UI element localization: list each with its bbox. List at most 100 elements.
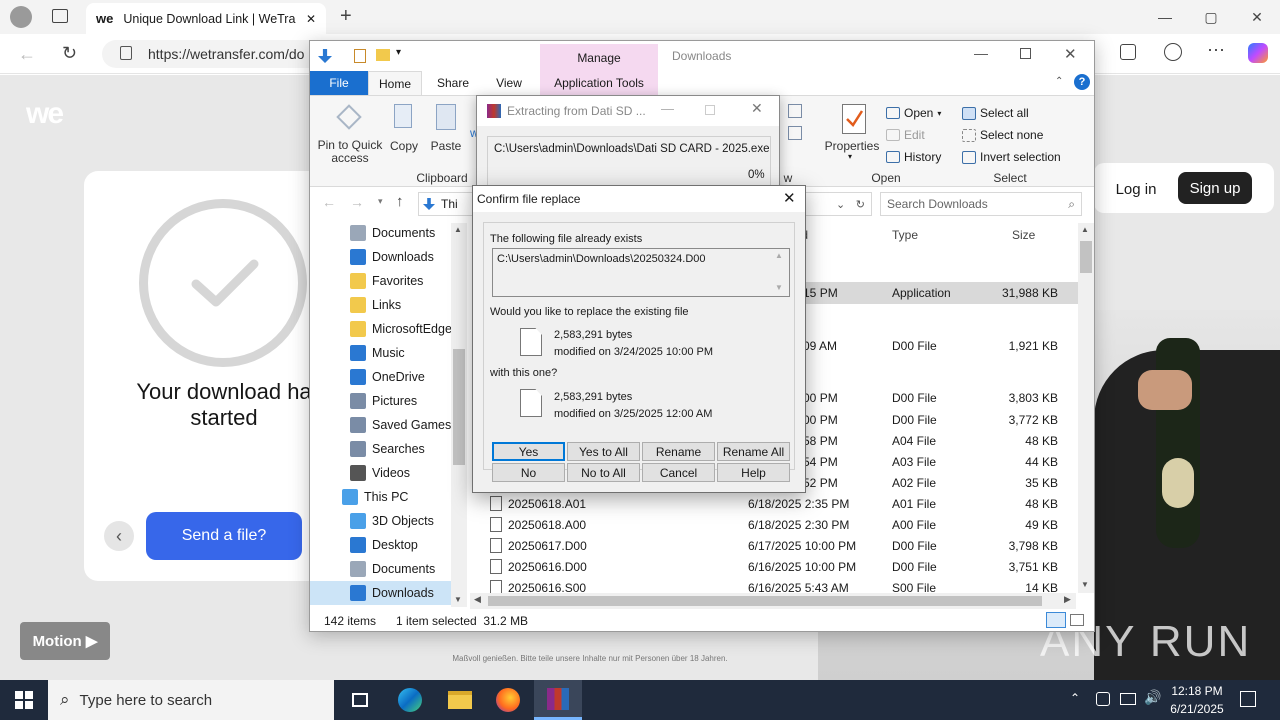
nav-scrollbar[interactable]: ▲ ▼: [451, 223, 467, 607]
tab-actions-icon[interactable]: [52, 9, 68, 23]
files-scroll-thumb[interactable]: [1080, 241, 1092, 273]
confirm-close-button[interactable]: ✕: [783, 189, 796, 207]
manage-context-tab[interactable]: Manage: [540, 44, 658, 71]
url-field[interactable]: https://wetransfer.com/do: [102, 40, 322, 68]
large-icons-view-icon[interactable]: [1070, 614, 1084, 626]
task-view-icon[interactable]: [336, 680, 384, 720]
column-type[interactable]: Type: [892, 228, 918, 242]
more-menu-icon[interactable]: ⋯: [1207, 40, 1225, 61]
horizontal-scrollbar[interactable]: ◀ ▶: [470, 593, 1076, 609]
browser-close-button[interactable]: ✕: [1234, 0, 1280, 34]
copy-button[interactable]: Copy: [386, 139, 422, 153]
recent-dropdown-icon[interactable]: ▾: [378, 196, 383, 207]
nav-back-icon[interactable]: ←: [322, 194, 336, 210]
collapse-ribbon-icon[interactable]: ⌃: [1055, 76, 1063, 87]
tab-view[interactable]: View: [486, 71, 532, 95]
edge-taskbar-icon[interactable]: [386, 680, 434, 720]
nav-item-downloads[interactable]: Downloads: [310, 581, 452, 605]
edit-button[interactable]: Edit: [886, 128, 925, 142]
login-button[interactable]: Log in: [1108, 175, 1164, 203]
nav-item-downloads[interactable]: Downloads: [350, 245, 434, 269]
extract-minimize-button[interactable]: —: [661, 101, 674, 116]
properties-dropdown-icon[interactable]: ▾: [848, 152, 852, 161]
nav-forward-icon[interactable]: →: [350, 194, 364, 210]
refresh-icon[interactable]: ↻: [62, 43, 77, 64]
easy-access-icon[interactable]: [788, 126, 802, 140]
explorer-close-button[interactable]: ✕: [1064, 45, 1077, 63]
yes-button[interactable]: Yes: [492, 442, 565, 461]
file-row[interactable]: 20250617.D00 6/17/2025 10:00 PM D00 File 3,…: [488, 535, 1078, 556]
notifications-icon[interactable]: [1240, 691, 1256, 707]
properties-qat-icon[interactable]: [354, 49, 366, 63]
file-row[interactable]: 20250616.D00 6/16/2025 10:00 PM D00 File 3,…: [488, 556, 1078, 577]
file-row[interactable]: 20250618.A01 6/18/2025 2:35 PM A01 File 48 …: [488, 493, 1078, 514]
rename-button[interactable]: Rename: [642, 442, 715, 461]
rename-all-button[interactable]: Rename All: [717, 442, 790, 461]
collections-icon[interactable]: [1120, 44, 1136, 60]
path-scroll-down-icon[interactable]: ▼: [775, 283, 783, 292]
nav-item-videos[interactable]: Videos: [350, 461, 410, 485]
volume-icon[interactable]: 🔊: [1144, 689, 1161, 706]
nav-item-saved-games[interactable]: Saved Games: [350, 413, 451, 437]
nav-up-icon[interactable]: ↑: [396, 193, 404, 210]
firefox-taskbar-icon[interactable]: [484, 680, 532, 720]
file-row[interactable]: 20250618.A00 6/18/2025 2:30 PM A00 File 49 …: [488, 514, 1078, 535]
new-tab-button[interactable]: +: [340, 5, 352, 28]
winrar-taskbar-icon[interactable]: [534, 680, 582, 720]
file-explorer-taskbar-icon[interactable]: [436, 680, 484, 720]
profile-avatar[interactable]: [10, 6, 32, 28]
tab-share[interactable]: Share: [428, 71, 478, 95]
qat-dropdown-icon[interactable]: ▾: [396, 47, 401, 58]
horizontal-scroll-thumb[interactable]: [488, 596, 1042, 606]
send-file-button[interactable]: Send a file?: [146, 512, 302, 560]
nav-item-documents[interactable]: Documents: [350, 221, 435, 245]
invert-selection-button[interactable]: Invert selection: [962, 150, 1061, 164]
address-dropdown-refresh[interactable]: ⌄ ↻: [806, 192, 872, 216]
new-item-icon[interactable]: [788, 104, 802, 118]
explorer-minimize-button[interactable]: —: [974, 45, 988, 61]
nav-item-microsoftedge[interactable]: MicrosoftEdge: [350, 317, 452, 341]
device-icon[interactable]: [1096, 692, 1110, 706]
select-none-button[interactable]: Select none: [962, 128, 1043, 142]
existing-path-box[interactable]: C:\Users\admin\Downloads\20250324.D00 ▲ …: [492, 248, 790, 297]
files-scrollbar[interactable]: ▲ ▼: [1078, 223, 1094, 593]
nav-item-music[interactable]: Music: [350, 341, 405, 365]
nav-item-documents[interactable]: Documents: [350, 557, 435, 581]
nav-item-onedrive[interactable]: OneDrive: [350, 365, 425, 389]
select-all-button[interactable]: Select all: [962, 106, 1029, 120]
history-button[interactable]: History: [886, 150, 941, 164]
taskbar-search-box[interactable]: ⌕ Type here to search: [48, 680, 334, 720]
breadcrumb[interactable]: Thi: [418, 192, 474, 216]
browser-minimize-button[interactable]: —: [1142, 0, 1188, 34]
back-arrow-icon[interactable]: ←: [18, 44, 36, 65]
chevron-left-icon[interactable]: ‹: [104, 521, 134, 551]
pin-quick-access-button[interactable]: Pin to Quick access: [314, 139, 386, 165]
signup-button[interactable]: Sign up: [1178, 172, 1252, 204]
start-button[interactable]: [0, 680, 48, 720]
no-to-all-button[interactable]: No to All: [567, 463, 640, 482]
new-folder-qat-icon[interactable]: [376, 49, 390, 61]
tab-close-icon[interactable]: ✕: [306, 12, 316, 26]
column-size[interactable]: Size: [1012, 228, 1035, 242]
motion-button[interactable]: Motion ▶: [20, 622, 110, 660]
no-button[interactable]: No: [492, 463, 565, 482]
taskbar-date[interactable]: 6/21/2025: [1166, 702, 1228, 716]
nav-item-favorites[interactable]: Favorites: [350, 269, 423, 293]
paste-button[interactable]: Paste: [428, 139, 464, 153]
browser-maximize-button[interactable]: ▢: [1188, 0, 1234, 34]
nav-item-this-pc[interactable]: This PC: [342, 485, 408, 509]
copilot-icon[interactable]: [1248, 43, 1268, 63]
show-hidden-icons[interactable]: ⌃: [1070, 691, 1080, 705]
extract-maximize-button[interactable]: [705, 105, 715, 115]
search-downloads-field[interactable]: Search Downloads ⌕: [880, 192, 1082, 216]
path-scroll-up-icon[interactable]: ▲: [775, 251, 783, 260]
explorer-maximize-button[interactable]: [1020, 48, 1031, 59]
nav-item-desktop[interactable]: Desktop: [350, 533, 418, 557]
tab-home[interactable]: Home: [368, 71, 422, 95]
taskbar-time[interactable]: 12:18 PM: [1166, 684, 1228, 698]
open-button[interactable]: Open ▾: [886, 106, 941, 120]
tab-application-tools[interactable]: Application Tools: [540, 71, 658, 95]
help-button[interactable]: Help: [717, 463, 790, 482]
cancel-button[interactable]: Cancel: [642, 463, 715, 482]
network-icon[interactable]: [1120, 693, 1136, 705]
